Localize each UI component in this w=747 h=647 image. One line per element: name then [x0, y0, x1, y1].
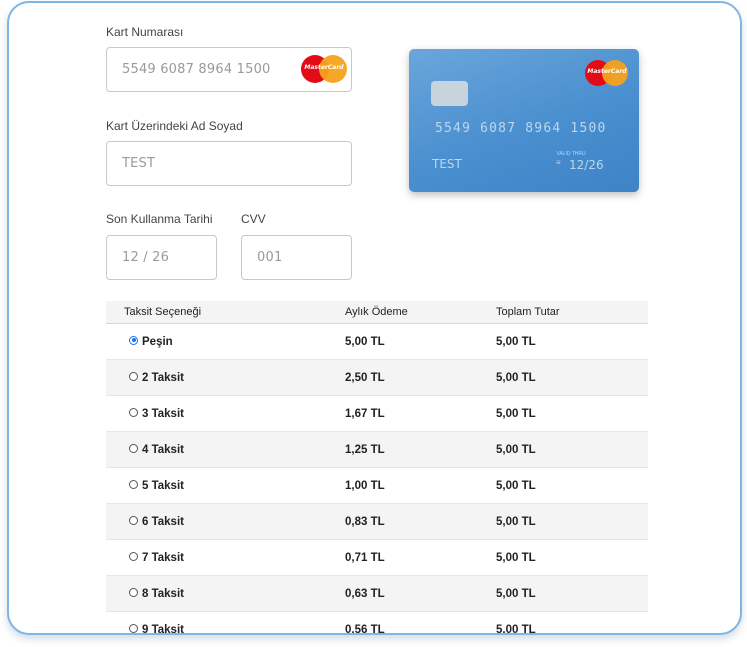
- installment-monthly-cell: 0,83 TL: [345, 503, 496, 540]
- expiry-value: 12 / 26: [122, 250, 170, 265]
- installment-total-cell: 5,00 TL: [496, 395, 648, 432]
- installment-header-row: Taksit Seçeneği Aylık Ödeme Toplam Tutar: [106, 301, 648, 324]
- card-number-value: 5549 6087 8964 1500: [122, 62, 271, 77]
- cardholder-name-input[interactable]: TEST: [106, 141, 352, 186]
- card-mastercard-logo-text: MasterCard: [587, 68, 627, 75]
- installment-monthly-cell: 1,67 TL: [345, 395, 496, 432]
- installment-option-label: 4 Taksit: [142, 443, 184, 456]
- installment-monthly-cell: 0,71 TL: [345, 539, 496, 576]
- installment-option-label: 3 Taksit: [142, 407, 184, 420]
- installment-option-label: 9 Taksit: [142, 623, 184, 635]
- installment-option-label: 2 Taksit: [142, 371, 184, 384]
- installment-total-cell: 5,00 TL: [496, 431, 648, 468]
- card-number-label: Kart Numarası: [106, 25, 184, 39]
- card-preview-number: 5549 6087 8964 1500: [435, 121, 607, 136]
- installment-monthly-cell: 0,63 TL: [345, 575, 496, 612]
- installment-option-label: 6 Taksit: [142, 515, 184, 528]
- installment-row[interactable]: 2 Taksit 2,50 TL 5,00 TL: [106, 359, 648, 396]
- card-preview-valid-thru: VALID THRU: [556, 151, 586, 157]
- installment-radio[interactable]: [129, 371, 138, 381]
- payment-panel: Kart Numarası 5549 6087 8964 1500 Master…: [7, 1, 742, 635]
- installment-total-cell: 5,00 TL: [496, 539, 648, 576]
- installment-row[interactable]: Peşin 5,00 TL 5,00 TL: [106, 323, 648, 360]
- installment-option-cell[interactable]: 2 Taksit: [106, 359, 345, 396]
- card-preview: MasterCard 5549 6087 8964 1500 TEST VALI…: [409, 49, 639, 192]
- installment-radio[interactable]: [129, 623, 138, 633]
- installment-monthly-cell: 5,00 TL: [345, 323, 496, 360]
- installment-radio[interactable]: [129, 587, 138, 597]
- installment-option-cell[interactable]: Peşin: [106, 323, 345, 360]
- installment-row[interactable]: 3 Taksit 1,67 TL 5,00 TL: [106, 395, 648, 432]
- installment-radio[interactable]: [129, 479, 138, 489]
- installment-radio[interactable]: [129, 443, 138, 453]
- installment-radio[interactable]: [129, 551, 138, 561]
- installment-option-cell[interactable]: 5 Taksit: [106, 467, 345, 504]
- card-preview-name: TEST: [432, 157, 462, 171]
- installment-option-cell[interactable]: 9 Taksit: [106, 611, 345, 635]
- installment-radio[interactable]: [129, 515, 138, 525]
- installment-option-label: Peşin: [142, 335, 173, 348]
- header-total-amount: Toplam Tutar: [496, 301, 648, 324]
- name-label: Kart Üzerindeki Ad Soyad: [106, 119, 243, 133]
- installment-total-cell: 5,00 TL: [496, 503, 648, 540]
- expiry-label: Son Kullanma Tarihi: [106, 212, 213, 226]
- card-preview-expiry: 12/26: [569, 158, 604, 172]
- installment-monthly-cell: 0,56 TL: [345, 611, 496, 633]
- cvv-label: CVV: [241, 212, 266, 226]
- installment-row[interactable]: 9 Taksit 0,56 TL 5,00 TL: [106, 611, 648, 635]
- installment-monthly-cell: 1,25 TL: [345, 431, 496, 468]
- installment-option-cell[interactable]: 8 Taksit: [106, 575, 345, 612]
- installment-radio[interactable]: [129, 407, 138, 417]
- installment-option-label: 7 Taksit: [142, 551, 184, 564]
- installment-option-cell[interactable]: 7 Taksit: [106, 539, 345, 576]
- installment-row[interactable]: 8 Taksit 0,63 TL 5,00 TL: [106, 575, 648, 612]
- installment-monthly-cell: 1,00 TL: [345, 467, 496, 504]
- header-installment-option: Taksit Seçeneği: [106, 301, 345, 324]
- card-valid-thru-arrows-icon: ≡: [556, 158, 561, 167]
- installment-total-cell: 5,00 TL: [496, 611, 648, 633]
- expiry-input[interactable]: 12 / 26: [106, 235, 217, 280]
- installment-total-cell: 5,00 TL: [496, 575, 648, 612]
- installment-total-cell: 5,00 TL: [496, 359, 648, 396]
- installment-row[interactable]: 4 Taksit 1,25 TL 5,00 TL: [106, 431, 648, 468]
- installment-option-label: 8 Taksit: [142, 587, 184, 600]
- cardholder-name-value: TEST: [122, 156, 156, 171]
- mastercard-logo-text: MasterCard: [304, 64, 344, 71]
- header-monthly-payment: Aylık Ödeme: [345, 301, 496, 324]
- installment-row[interactable]: 7 Taksit 0,71 TL 5,00 TL: [106, 539, 648, 576]
- installment-monthly-cell: 2,50 TL: [345, 359, 496, 396]
- installment-radio[interactable]: [129, 335, 138, 345]
- card-chip-icon: [431, 81, 468, 106]
- card-mastercard-logo-icon: MasterCard: [585, 60, 629, 86]
- installment-option-label: 5 Taksit: [142, 479, 184, 492]
- installment-option-cell[interactable]: 4 Taksit: [106, 431, 345, 468]
- installment-table: Taksit Seçeneği Aylık Ödeme Toplam Tutar…: [106, 301, 648, 635]
- installment-option-cell[interactable]: 3 Taksit: [106, 395, 345, 432]
- cvv-input[interactable]: 001: [241, 235, 352, 280]
- installment-row[interactable]: 5 Taksit 1,00 TL 5,00 TL: [106, 467, 648, 504]
- installment-row[interactable]: 6 Taksit 0,83 TL 5,00 TL: [106, 503, 648, 540]
- mastercard-logo-icon: MasterCard: [301, 55, 347, 83]
- installment-total-cell: 5,00 TL: [496, 323, 648, 360]
- installment-total-cell: 5,00 TL: [496, 467, 648, 504]
- cvv-value: 001: [257, 250, 283, 265]
- installment-option-cell[interactable]: 6 Taksit: [106, 503, 345, 540]
